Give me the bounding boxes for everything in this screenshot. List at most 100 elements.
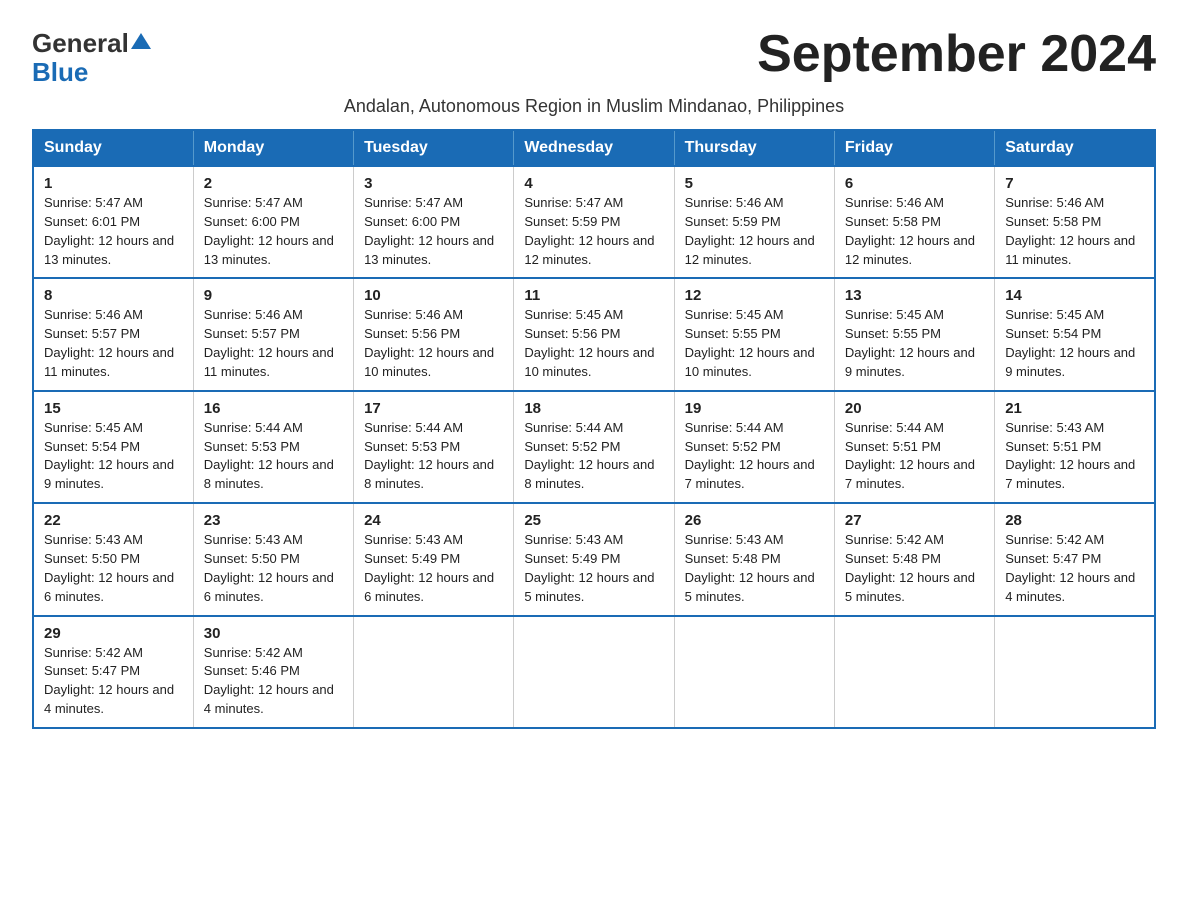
day-number: 6 — [845, 175, 984, 192]
day-number: 21 — [1005, 400, 1144, 417]
day-info: Sunrise: 5:43 AMSunset: 5:48 PMDaylight:… — [685, 531, 824, 606]
day-info: Sunrise: 5:46 AMSunset: 5:59 PMDaylight:… — [685, 194, 824, 269]
day-info: Sunrise: 5:44 AMSunset: 5:52 PMDaylight:… — [524, 419, 663, 494]
calendar-day-cell: 17 Sunrise: 5:44 AMSunset: 5:53 PMDaylig… — [354, 391, 514, 503]
calendar-day-cell: 29 Sunrise: 5:42 AMSunset: 5:47 PMDaylig… — [33, 616, 193, 728]
day-info: Sunrise: 5:46 AMSunset: 5:58 PMDaylight:… — [845, 194, 984, 269]
calendar-week-row: 22 Sunrise: 5:43 AMSunset: 5:50 PMDaylig… — [33, 503, 1155, 615]
day-info: Sunrise: 5:43 AMSunset: 5:49 PMDaylight:… — [364, 531, 503, 606]
day-number: 7 — [1005, 175, 1144, 192]
day-info: Sunrise: 5:43 AMSunset: 5:51 PMDaylight:… — [1005, 419, 1144, 494]
day-number: 29 — [44, 625, 183, 642]
day-info: Sunrise: 5:47 AMSunset: 6:00 PMDaylight:… — [204, 194, 343, 269]
logo-blue-part — [129, 39, 151, 49]
day-number: 2 — [204, 175, 343, 192]
calendar-day-cell: 19 Sunrise: 5:44 AMSunset: 5:52 PMDaylig… — [674, 391, 834, 503]
calendar-day-cell: 3 Sunrise: 5:47 AMSunset: 6:00 PMDayligh… — [354, 166, 514, 278]
day-info: Sunrise: 5:47 AMSunset: 5:59 PMDaylight:… — [524, 194, 663, 269]
day-number: 5 — [685, 175, 824, 192]
calendar-body: 1 Sunrise: 5:47 AMSunset: 6:01 PMDayligh… — [33, 166, 1155, 728]
calendar-day-cell: 27 Sunrise: 5:42 AMSunset: 5:48 PMDaylig… — [834, 503, 994, 615]
header-saturday: Saturday — [995, 130, 1155, 166]
day-number: 3 — [364, 175, 503, 192]
calendar-day-cell: 23 Sunrise: 5:43 AMSunset: 5:50 PMDaylig… — [193, 503, 353, 615]
day-info: Sunrise: 5:42 AMSunset: 5:48 PMDaylight:… — [845, 531, 984, 606]
day-info: Sunrise: 5:44 AMSunset: 5:52 PMDaylight:… — [685, 419, 824, 494]
day-number: 1 — [44, 175, 183, 192]
calendar-header: Sunday Monday Tuesday Wednesday Thursday… — [33, 130, 1155, 166]
day-info: Sunrise: 5:45 AMSunset: 5:55 PMDaylight:… — [845, 306, 984, 381]
day-number: 10 — [364, 287, 503, 304]
day-info: Sunrise: 5:42 AMSunset: 5:47 PMDaylight:… — [44, 644, 183, 719]
calendar-day-cell: 15 Sunrise: 5:45 AMSunset: 5:54 PMDaylig… — [33, 391, 193, 503]
day-number: 4 — [524, 175, 663, 192]
day-number: 13 — [845, 287, 984, 304]
calendar-day-cell — [834, 616, 994, 728]
day-info: Sunrise: 5:43 AMSunset: 5:50 PMDaylight:… — [204, 531, 343, 606]
day-info: Sunrise: 5:46 AMSunset: 5:56 PMDaylight:… — [364, 306, 503, 381]
day-number: 28 — [1005, 512, 1144, 529]
calendar-day-cell: 7 Sunrise: 5:46 AMSunset: 5:58 PMDayligh… — [995, 166, 1155, 278]
day-info: Sunrise: 5:45 AMSunset: 5:55 PMDaylight:… — [685, 306, 824, 381]
day-number: 27 — [845, 512, 984, 529]
day-info: Sunrise: 5:44 AMSunset: 5:53 PMDaylight:… — [364, 419, 503, 494]
calendar-day-cell: 24 Sunrise: 5:43 AMSunset: 5:49 PMDaylig… — [354, 503, 514, 615]
logo-triangle-icon — [131, 33, 151, 49]
day-info: Sunrise: 5:43 AMSunset: 5:49 PMDaylight:… — [524, 531, 663, 606]
calendar-day-cell — [354, 616, 514, 728]
calendar-day-cell: 11 Sunrise: 5:45 AMSunset: 5:56 PMDaylig… — [514, 278, 674, 390]
calendar-day-cell: 20 Sunrise: 5:44 AMSunset: 5:51 PMDaylig… — [834, 391, 994, 503]
calendar-week-row: 1 Sunrise: 5:47 AMSunset: 6:01 PMDayligh… — [33, 166, 1155, 278]
calendar-day-cell: 5 Sunrise: 5:46 AMSunset: 5:59 PMDayligh… — [674, 166, 834, 278]
day-number: 9 — [204, 287, 343, 304]
day-info: Sunrise: 5:42 AMSunset: 5:46 PMDaylight:… — [204, 644, 343, 719]
day-number: 30 — [204, 625, 343, 642]
day-info: Sunrise: 5:46 AMSunset: 5:57 PMDaylight:… — [44, 306, 183, 381]
day-info: Sunrise: 5:45 AMSunset: 5:54 PMDaylight:… — [1005, 306, 1144, 381]
calendar-week-row: 15 Sunrise: 5:45 AMSunset: 5:54 PMDaylig… — [33, 391, 1155, 503]
day-info: Sunrise: 5:44 AMSunset: 5:51 PMDaylight:… — [845, 419, 984, 494]
header-sunday: Sunday — [33, 130, 193, 166]
day-info: Sunrise: 5:47 AMSunset: 6:00 PMDaylight:… — [364, 194, 503, 269]
logo: General Blue — [32, 28, 151, 88]
day-number: 16 — [204, 400, 343, 417]
calendar-week-row: 29 Sunrise: 5:42 AMSunset: 5:47 PMDaylig… — [33, 616, 1155, 728]
calendar-day-cell: 1 Sunrise: 5:47 AMSunset: 6:01 PMDayligh… — [33, 166, 193, 278]
header-monday: Monday — [193, 130, 353, 166]
day-number: 8 — [44, 287, 183, 304]
calendar-day-cell: 4 Sunrise: 5:47 AMSunset: 5:59 PMDayligh… — [514, 166, 674, 278]
day-info: Sunrise: 5:45 AMSunset: 5:56 PMDaylight:… — [524, 306, 663, 381]
header: General Blue September 2024 — [32, 24, 1156, 88]
calendar-day-cell: 10 Sunrise: 5:46 AMSunset: 5:56 PMDaylig… — [354, 278, 514, 390]
day-info: Sunrise: 5:42 AMSunset: 5:47 PMDaylight:… — [1005, 531, 1144, 606]
calendar-day-cell: 2 Sunrise: 5:47 AMSunset: 6:00 PMDayligh… — [193, 166, 353, 278]
day-number: 23 — [204, 512, 343, 529]
day-number: 17 — [364, 400, 503, 417]
calendar-day-cell: 21 Sunrise: 5:43 AMSunset: 5:51 PMDaylig… — [995, 391, 1155, 503]
day-info: Sunrise: 5:43 AMSunset: 5:50 PMDaylight:… — [44, 531, 183, 606]
calendar-day-cell: 12 Sunrise: 5:45 AMSunset: 5:55 PMDaylig… — [674, 278, 834, 390]
day-info: Sunrise: 5:44 AMSunset: 5:53 PMDaylight:… — [204, 419, 343, 494]
calendar-day-cell: 16 Sunrise: 5:44 AMSunset: 5:53 PMDaylig… — [193, 391, 353, 503]
header-thursday: Thursday — [674, 130, 834, 166]
header-friday: Friday — [834, 130, 994, 166]
weekday-header-row: Sunday Monday Tuesday Wednesday Thursday… — [33, 130, 1155, 166]
calendar-day-cell — [674, 616, 834, 728]
header-tuesday: Tuesday — [354, 130, 514, 166]
calendar-day-cell: 26 Sunrise: 5:43 AMSunset: 5:48 PMDaylig… — [674, 503, 834, 615]
calendar-day-cell: 30 Sunrise: 5:42 AMSunset: 5:46 PMDaylig… — [193, 616, 353, 728]
calendar-day-cell — [995, 616, 1155, 728]
day-info: Sunrise: 5:45 AMSunset: 5:54 PMDaylight:… — [44, 419, 183, 494]
page-title: September 2024 — [757, 24, 1156, 84]
day-info: Sunrise: 5:46 AMSunset: 5:58 PMDaylight:… — [1005, 194, 1144, 269]
calendar-day-cell: 13 Sunrise: 5:45 AMSunset: 5:55 PMDaylig… — [834, 278, 994, 390]
day-number: 18 — [524, 400, 663, 417]
subtitle: Andalan, Autonomous Region in Muslim Min… — [32, 96, 1156, 117]
day-number: 24 — [364, 512, 503, 529]
logo-blue-text: Blue — [32, 57, 88, 88]
calendar-day-cell: 28 Sunrise: 5:42 AMSunset: 5:47 PMDaylig… — [995, 503, 1155, 615]
calendar-day-cell: 14 Sunrise: 5:45 AMSunset: 5:54 PMDaylig… — [995, 278, 1155, 390]
day-number: 26 — [685, 512, 824, 529]
day-number: 25 — [524, 512, 663, 529]
day-info: Sunrise: 5:46 AMSunset: 5:57 PMDaylight:… — [204, 306, 343, 381]
